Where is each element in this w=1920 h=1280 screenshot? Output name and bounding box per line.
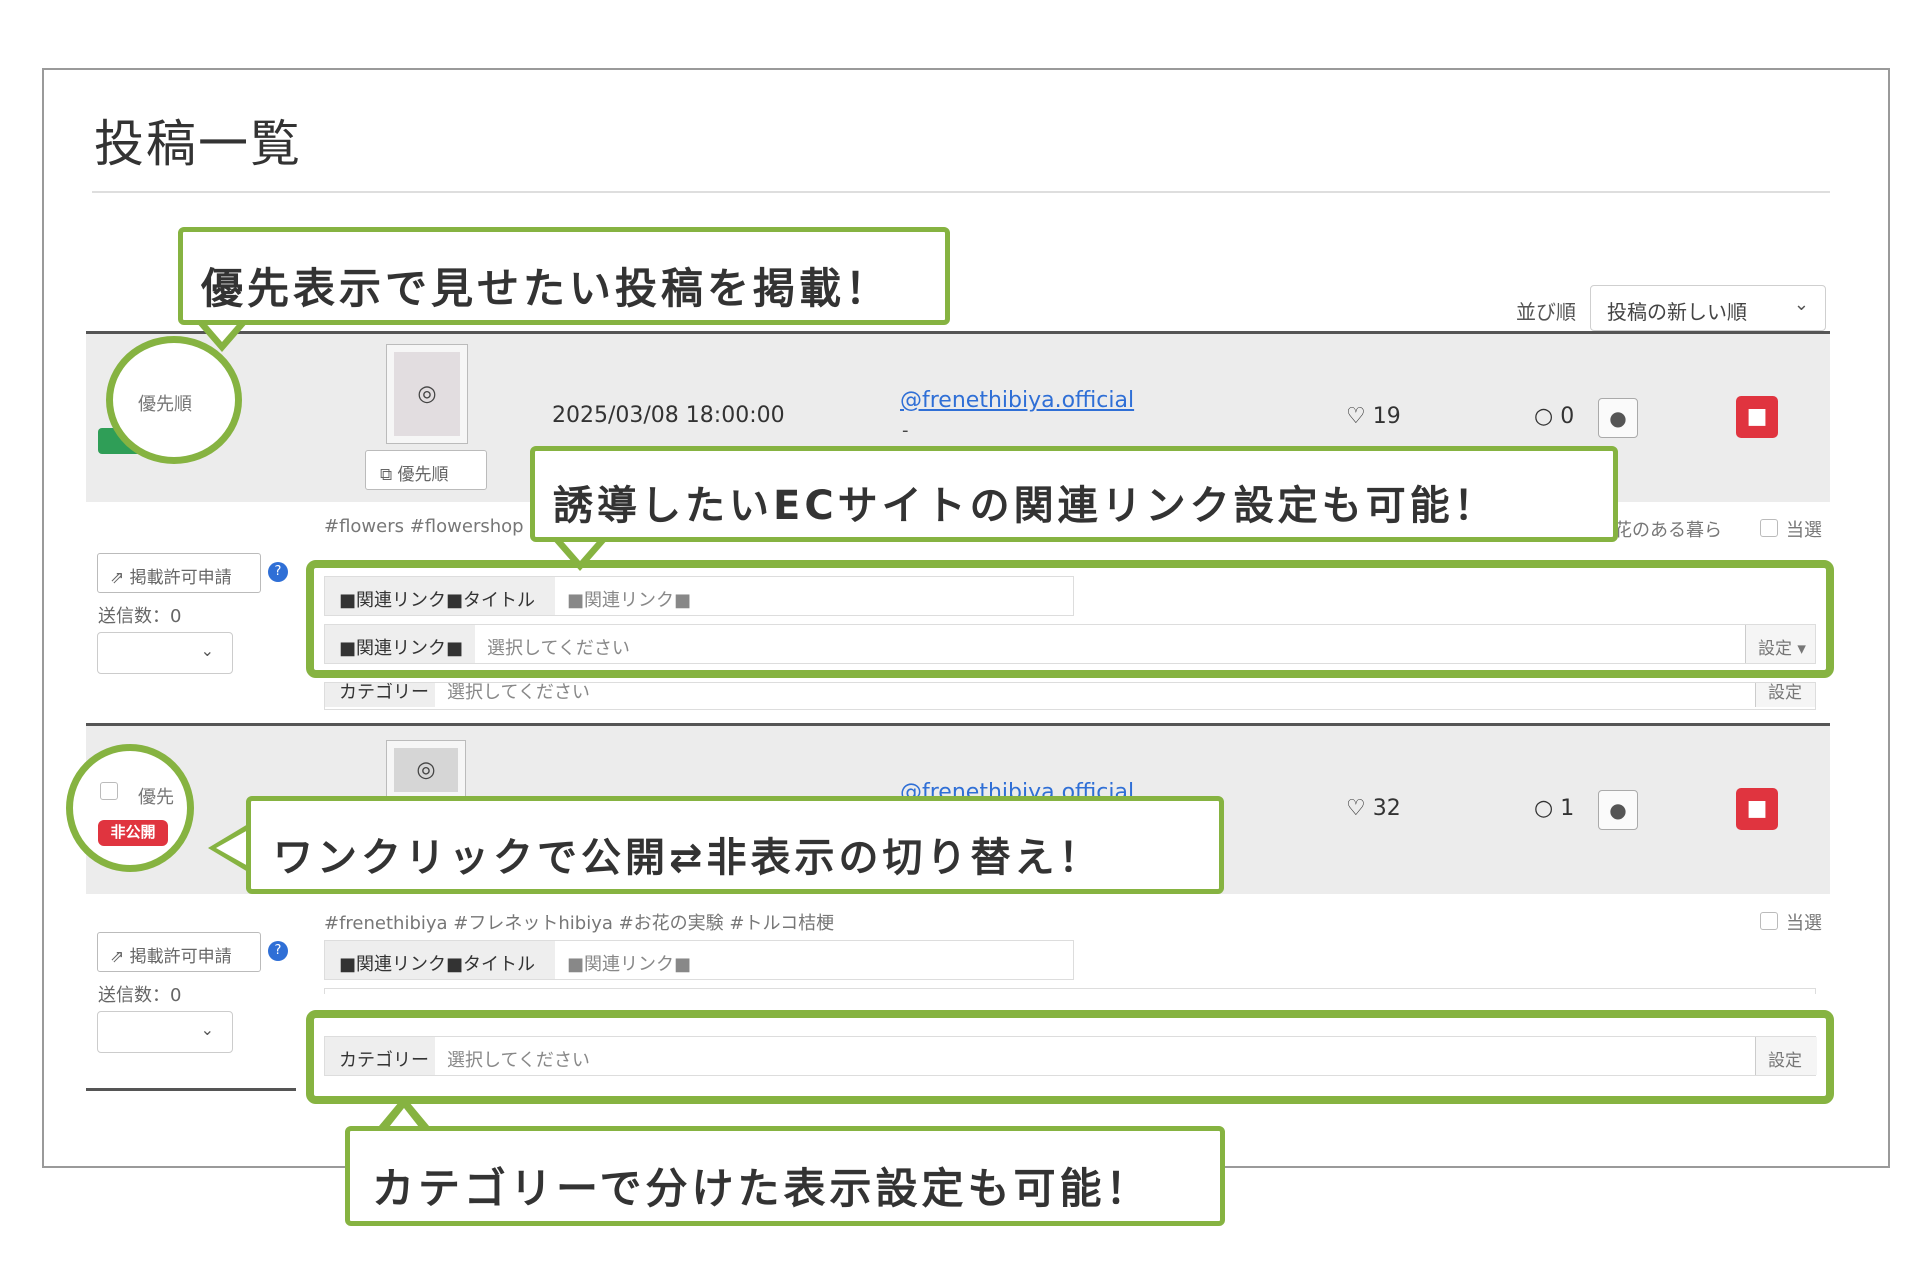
highlight-ring bbox=[66, 744, 194, 872]
apply-permission-button[interactable]: ⇗ 掲載許可申請 bbox=[97, 932, 261, 972]
post-1-account-sub: - bbox=[902, 420, 909, 441]
sort-value: 投稿の新しい順 bbox=[1607, 300, 1747, 324]
winner-checkbox[interactable] bbox=[1760, 912, 1778, 930]
priority-label: 優先順 bbox=[138, 394, 192, 415]
callout-priority: 優先表示で見せたい投稿を掲載！ bbox=[178, 227, 950, 325]
post-1-tags-tail: 花のある暮ら bbox=[1614, 520, 1722, 541]
post-1-thumbnail[interactable]: ◎ bbox=[386, 344, 468, 444]
share-icon: ⇗ bbox=[110, 568, 125, 588]
post-divider bbox=[86, 1088, 296, 1091]
delete-button[interactable]: ■ bbox=[1736, 788, 1778, 830]
user-icon: ● bbox=[1609, 798, 1627, 822]
heart-icon: ♡ bbox=[1346, 404, 1366, 429]
user-icon: ● bbox=[1609, 406, 1627, 430]
category-select[interactable]: 選択してください bbox=[435, 683, 1435, 707]
delete-button[interactable]: ■ bbox=[1736, 396, 1778, 438]
share-icon: ⧉ bbox=[380, 465, 393, 485]
priority-checkbox[interactable] bbox=[100, 782, 118, 800]
sent-count: 送信数：0 bbox=[98, 985, 182, 1006]
winner-label: 当選 bbox=[1786, 520, 1822, 541]
highlight-box-category bbox=[306, 1010, 1834, 1104]
category-key: カテゴリー bbox=[325, 683, 435, 707]
related-title-field: ■関連リンク■タイトル ■関連リンク■ bbox=[324, 940, 1074, 980]
help-icon[interactable]: ? bbox=[268, 941, 288, 961]
trash-icon: ■ bbox=[1746, 796, 1768, 821]
winner-label: 当選 bbox=[1786, 913, 1822, 934]
post-1-datetime: 2025/03/08 18:00:00 bbox=[552, 403, 785, 428]
heart-icon: ♡ bbox=[1346, 796, 1366, 821]
apply-permission-button[interactable]: ⇗ 掲載許可申請 bbox=[97, 553, 261, 593]
user-button[interactable]: ● bbox=[1598, 398, 1638, 438]
post-1-category-field: カテゴリー 選択してください 設定 bbox=[324, 682, 1816, 710]
post-2-select[interactable]: ⌄ bbox=[97, 1011, 233, 1053]
sort-label: 並び順 bbox=[1516, 300, 1576, 324]
post-2-comments: ○ 1 bbox=[1534, 796, 1575, 821]
post-2-likes: ♡ 32 bbox=[1346, 796, 1401, 821]
priority-button[interactable]: ⧉ 優先順 bbox=[365, 450, 487, 490]
post-2-thumbnail[interactable]: ◎ bbox=[386, 740, 466, 800]
camera-icon: ◎ bbox=[417, 381, 437, 407]
chevron-down-icon: ⌄ bbox=[200, 1020, 214, 1039]
page-title: 投稿一覧 bbox=[94, 115, 302, 173]
comment-icon: ○ bbox=[1534, 796, 1554, 821]
post-1-select[interactable]: ⌄ bbox=[97, 632, 233, 674]
highlight-box-related-links bbox=[306, 560, 1834, 678]
related-title-value[interactable]: ■関連リンク■ bbox=[555, 941, 1055, 979]
related-link-field-partial bbox=[324, 988, 1816, 994]
category-set-button[interactable]: 設定 bbox=[1755, 683, 1815, 707]
comment-icon: ○ bbox=[1534, 404, 1554, 429]
callout-tail-fill bbox=[216, 830, 248, 866]
post-1-account-link[interactable]: @frenethibiya.official bbox=[900, 388, 1134, 413]
post-1-likes: ♡ 19 bbox=[1346, 404, 1401, 429]
sort-select[interactable]: 投稿の新しい順 ⌄ bbox=[1590, 285, 1826, 331]
status-badge[interactable]: 非公開 bbox=[98, 820, 168, 846]
chevron-down-icon: ⌄ bbox=[200, 641, 214, 660]
title-divider bbox=[92, 191, 1830, 193]
camera-icon: ◎ bbox=[416, 757, 436, 783]
callout-category: カテゴリーで分けた表示設定も可能！ bbox=[345, 1126, 1225, 1226]
user-button[interactable]: ● bbox=[1598, 790, 1638, 830]
callout-ec-link: 誘導したいECサイトの関連リンク設定も可能！ bbox=[530, 446, 1618, 542]
priority-label: 優先 bbox=[138, 787, 174, 808]
sent-count: 送信数：0 bbox=[98, 606, 182, 627]
post-1-tags: #flowers #flowershop bbox=[324, 516, 524, 537]
help-icon[interactable]: ? bbox=[268, 562, 288, 582]
related-title-key: ■関連リンク■タイトル bbox=[325, 941, 555, 979]
chevron-down-icon: ⌄ bbox=[1793, 294, 1809, 315]
post-1-comments: ○ 0 bbox=[1534, 404, 1575, 429]
share-icon: ⇗ bbox=[110, 947, 125, 967]
post-2-tags: #frenethibiya #フレネットhibiya #お花の実験 #トルコ桔梗 bbox=[324, 913, 835, 934]
trash-icon: ■ bbox=[1746, 404, 1768, 429]
callout-toggle: ワンクリックで公開⇄非表示の切り替え！ bbox=[246, 796, 1224, 894]
winner-checkbox[interactable] bbox=[1760, 519, 1778, 537]
